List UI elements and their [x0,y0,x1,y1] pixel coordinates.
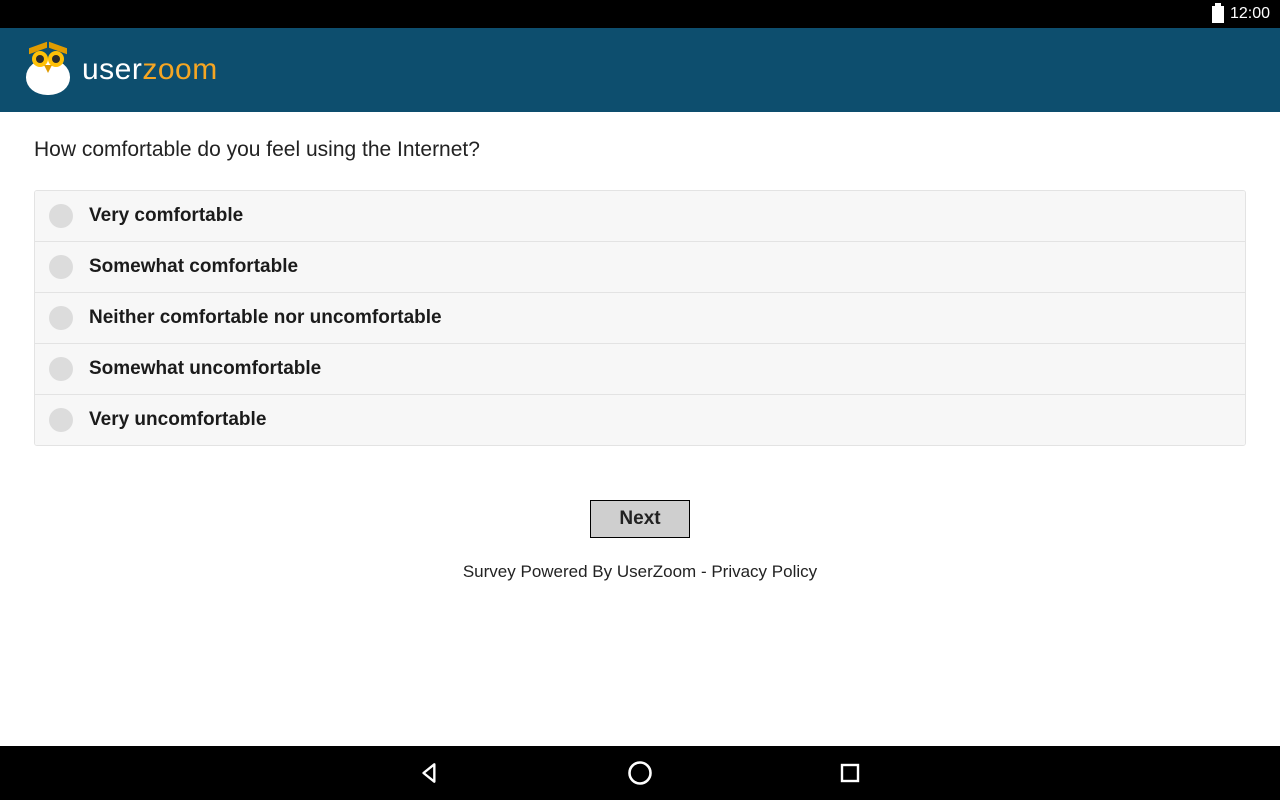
android-nav-bar [0,746,1280,800]
option-label: Somewhat uncomfortable [89,358,321,380]
android-status-bar: 12:00 [0,0,1280,28]
option-label: Somewhat comfortable [89,256,298,278]
next-button[interactable]: Next [590,500,689,538]
option-row[interactable]: Somewhat comfortable [35,242,1245,293]
radio-icon[interactable] [49,357,73,381]
survey-question: How comfortable do you feel using the In… [34,138,1246,162]
app-header: userzoom [0,28,1280,112]
option-row[interactable]: Somewhat uncomfortable [35,344,1245,395]
privacy-policy-link[interactable]: Privacy Policy [711,562,817,581]
brand-part-zoom: zoom [142,53,217,86]
powered-by-text: Survey Powered By UserZoom [463,562,696,581]
nav-recent-button[interactable] [835,758,865,788]
owl-logo-icon [24,45,72,95]
survey-footer: Survey Powered By UserZoom - Privacy Pol… [34,562,1246,582]
nav-back-button[interactable] [415,758,445,788]
radio-icon[interactable] [49,408,73,432]
brand-wordmark: userzoom [82,53,218,87]
home-circle-icon [626,759,654,787]
radio-icon[interactable] [49,204,73,228]
option-label: Neither comfortable nor uncomfortable [89,307,442,329]
option-row[interactable]: Neither comfortable nor uncomfortable [35,293,1245,344]
brand-part-user: user [82,53,142,86]
survey-options: Very comfortable Somewhat comfortable Ne… [34,190,1246,446]
recent-square-icon [838,761,862,785]
option-row[interactable]: Very comfortable [35,191,1245,242]
option-label: Very uncomfortable [89,409,266,431]
nav-home-button[interactable] [625,758,655,788]
battery-icon [1212,6,1224,23]
option-row[interactable]: Very uncomfortable [35,395,1245,445]
survey-content: How comfortable do you feel using the In… [0,112,1280,582]
back-triangle-icon [417,760,443,786]
radio-icon[interactable] [49,306,73,330]
option-label: Very comfortable [89,205,243,227]
radio-icon[interactable] [49,255,73,279]
status-time: 12:00 [1230,5,1270,23]
footer-separator: - [696,562,711,581]
